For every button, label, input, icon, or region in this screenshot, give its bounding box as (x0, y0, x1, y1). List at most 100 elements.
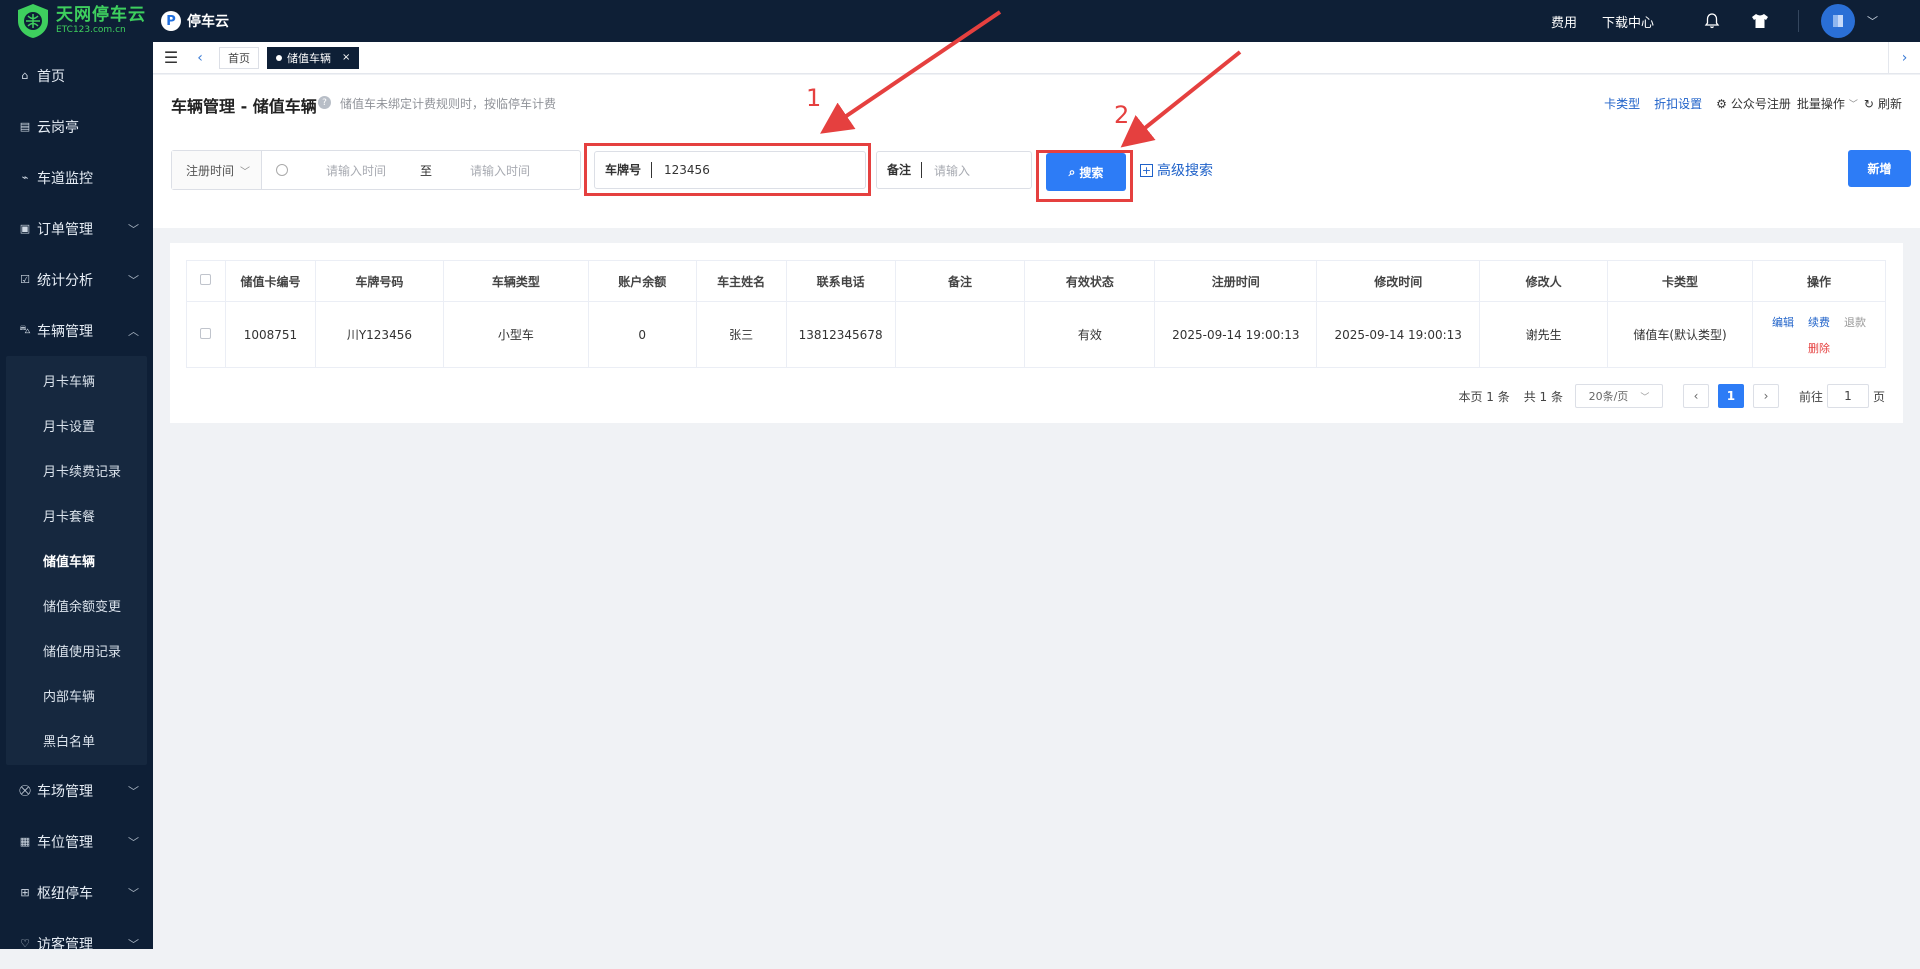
sidebar-item-orders[interactable]: ▣ 订单管理 ﹀ (0, 203, 153, 254)
column-header: 备注 (894, 260, 1026, 302)
sidebar-subitem-balance-changes[interactable]: 储值余额变更 (6, 583, 147, 628)
sidebar-item-lane-monitor[interactable]: ⌁ 车道监控 (0, 152, 153, 203)
menu-toggle-icon[interactable]: ☰ (153, 48, 189, 67)
tab-label: 储值车辆 (287, 51, 331, 65)
delete-link[interactable]: 删除 (1808, 340, 1830, 356)
plate-cell: 川Y123456 (314, 301, 444, 368)
sidebar-subitem-usage-records[interactable]: 储值使用记录 (6, 628, 147, 673)
sidebar-item-hub-parking[interactable]: ⊞ 枢纽停车 ﹀ (0, 867, 153, 918)
remark-field[interactable]: 备注 请输入 (876, 151, 1032, 189)
sidebar-subitem-black-white-list[interactable]: 黑白名单 (6, 718, 147, 763)
annotation-number-1: 1 (806, 84, 822, 112)
row-checkbox[interactable] (186, 301, 226, 368)
chevron-down-icon: ﹀ (240, 166, 251, 178)
balance-cell: 0 (587, 301, 697, 368)
goto-page-input[interactable]: 1 (1826, 384, 1869, 408)
visitor-icon: ♡ (20, 937, 30, 950)
tabs-bar: ☰ ‹ 首页 储值车辆 × › (153, 42, 1920, 74)
chevron-down-icon: ﹀ (128, 784, 139, 798)
chevron-down-icon: ﹀ (128, 835, 139, 849)
chevron-down-icon: ﹀ (128, 937, 139, 951)
prev-page-button[interactable]: ‹ (1682, 384, 1709, 408)
date-separator: 至 (420, 163, 433, 178)
sidebar-subitem-stored-value-vehicles[interactable]: 储值车辆 (6, 538, 147, 583)
date-range-field: 注册时间 ﹀ 请输入时间 至 请输入时间 (171, 150, 581, 190)
parking-lot-icon: ⛒ (19, 783, 31, 797)
date-type-select[interactable]: 注册时间 ﹀ (172, 151, 262, 189)
table-panel: 储值卡编号 车牌号码 车辆类型 账户余额 车主姓名 联系电话 备注 有效状态 注… (170, 243, 1903, 423)
card-type-link[interactable]: 卡类型 (1604, 95, 1640, 112)
tshirt-icon[interactable] (1750, 11, 1770, 31)
renew-link[interactable]: 续费 (1808, 314, 1830, 330)
batch-operation-dropdown[interactable]: 批量操作 ﹀ (1797, 95, 1858, 112)
logo-domain: ETC123.com.cn (56, 25, 126, 35)
remark-input[interactable]: 请输入 (922, 162, 970, 179)
column-header: 车主姓名 (695, 260, 787, 302)
chevron-up-icon: ︿ (128, 324, 139, 338)
table-header-row: 储值卡编号 车牌号码 车辆类型 账户余额 车主姓名 联系电话 备注 有效状态 注… (186, 260, 1887, 302)
close-icon[interactable]: × (342, 52, 350, 63)
sidebar-item-home[interactable]: ⌂ 首页 (0, 50, 153, 101)
page-count-text: 本页 1 条 (1458, 389, 1510, 404)
chevron-left-icon[interactable]: ‹ (189, 50, 211, 66)
sidebar-item-spaces[interactable]: ▦ 车位管理 ﹀ (0, 816, 153, 867)
toolbar-links: 卡类型 折扣设置 ⚙ 公众号注册 批量操作 ﹀ ↻ 刷新 (1604, 95, 1902, 112)
sidebar-subitem-monthly-vehicles[interactable]: 月卡车辆 (6, 358, 147, 403)
question-icon[interactable]: ? (318, 96, 331, 109)
chevron-down-icon: ﹀ (128, 273, 139, 287)
page-size-select[interactable]: 20条/页 ﹀ (1574, 384, 1663, 408)
sidebar: 天网停车云 ETC123.com.cn ⌂ 首页 ▤ 云岗亭 ⌁ 车道监控 ▣ … (0, 0, 153, 953)
date-end-input[interactable]: 请输入时间 (470, 162, 530, 179)
date-start-input[interactable]: 请输入时间 (326, 162, 386, 179)
column-header: 有效状态 (1024, 260, 1156, 302)
vehicles-submenu: 月卡车辆 月卡设置 月卡续费记录 月卡套餐 储值车辆 储值余额变更 储值使用记录… (6, 356, 147, 765)
sidebar-item-visitors[interactable]: ♡ 访客管理 ﹀ (0, 918, 153, 969)
select-all-checkbox[interactable] (186, 260, 226, 302)
phone-cell: 13812345678 (785, 301, 896, 368)
discount-settings-link[interactable]: 折扣设置 (1654, 95, 1702, 112)
edit-link[interactable]: 编辑 (1772, 314, 1794, 330)
sidebar-item-vehicles[interactable]: ⛍ 车辆管理 ︿ (0, 305, 153, 356)
download-center-link[interactable]: 下载中心 (1602, 12, 1654, 31)
tab-stored-value-vehicles[interactable]: 储值车辆 × (267, 46, 360, 69)
sidebar-item-cloud-booth[interactable]: ▤ 云岗亭 (0, 101, 153, 152)
parking-p-icon: P (161, 11, 181, 31)
brand[interactable]: P 停车云 (161, 11, 229, 31)
fee-link[interactable]: 费用 (1551, 12, 1577, 31)
tab-home[interactable]: 首页 (219, 46, 259, 69)
logo[interactable]: 天网停车云 ETC123.com.cn (0, 0, 153, 42)
chevron-down-icon[interactable]: ﹀ (1867, 13, 1878, 29)
card-type-cell: 储值车(默认类型) (1607, 301, 1753, 368)
shield-logo-icon (18, 4, 48, 38)
column-header: 车牌号码 (314, 260, 444, 302)
official-account-register[interactable]: ⚙ 公众号注册 (1716, 95, 1791, 112)
next-page-button[interactable]: › (1752, 384, 1779, 408)
sidebar-item-label: 枢纽停车 (37, 885, 93, 902)
logo-name: 天网停车云 (56, 5, 146, 25)
sidebar-item-label: 车道监控 (37, 170, 93, 187)
sidebar-item-statistics[interactable]: ☑ 统计分析 ﹀ (0, 254, 153, 305)
chevron-right-icon[interactable]: › (1888, 42, 1920, 73)
camera-icon: ⌁ (21, 171, 29, 184)
sidebar-item-label: 车辆管理 (37, 323, 93, 340)
sidebar-item-parking-lots[interactable]: ⛒ 车场管理 ﹀ (0, 765, 153, 816)
sidebar-subitem-internal-vehicles[interactable]: 内部车辆 (6, 673, 147, 718)
card-number-cell: 1008751 (224, 301, 316, 368)
sidebar-subitem-monthly-settings[interactable]: 月卡设置 (6, 403, 147, 448)
page-number-current[interactable]: 1 (1717, 384, 1744, 408)
sidebar-item-label: 云岗亭 (37, 119, 79, 136)
advanced-search-link[interactable]: + 高级搜索 (1140, 160, 1213, 180)
refresh-button[interactable]: ↻ 刷新 (1864, 95, 1902, 112)
column-header: 卡类型 (1607, 260, 1753, 302)
active-dot (276, 54, 282, 61)
avatar[interactable] (1821, 4, 1855, 38)
page-hint: 储值车未绑定计费规则时，按临停车计费 (340, 97, 557, 111)
annotation-box-search (1036, 150, 1133, 202)
sidebar-subitem-monthly-renewals[interactable]: 月卡续费记录 (6, 448, 147, 493)
column-header: 修改时间 (1316, 260, 1481, 302)
refund-link[interactable]: 退款 (1844, 314, 1866, 330)
order-icon: ▣ (19, 222, 31, 235)
sidebar-subitem-monthly-packages[interactable]: 月卡套餐 (6, 493, 147, 538)
bell-icon[interactable] (1702, 11, 1722, 31)
add-button[interactable]: 新增 (1848, 150, 1911, 187)
